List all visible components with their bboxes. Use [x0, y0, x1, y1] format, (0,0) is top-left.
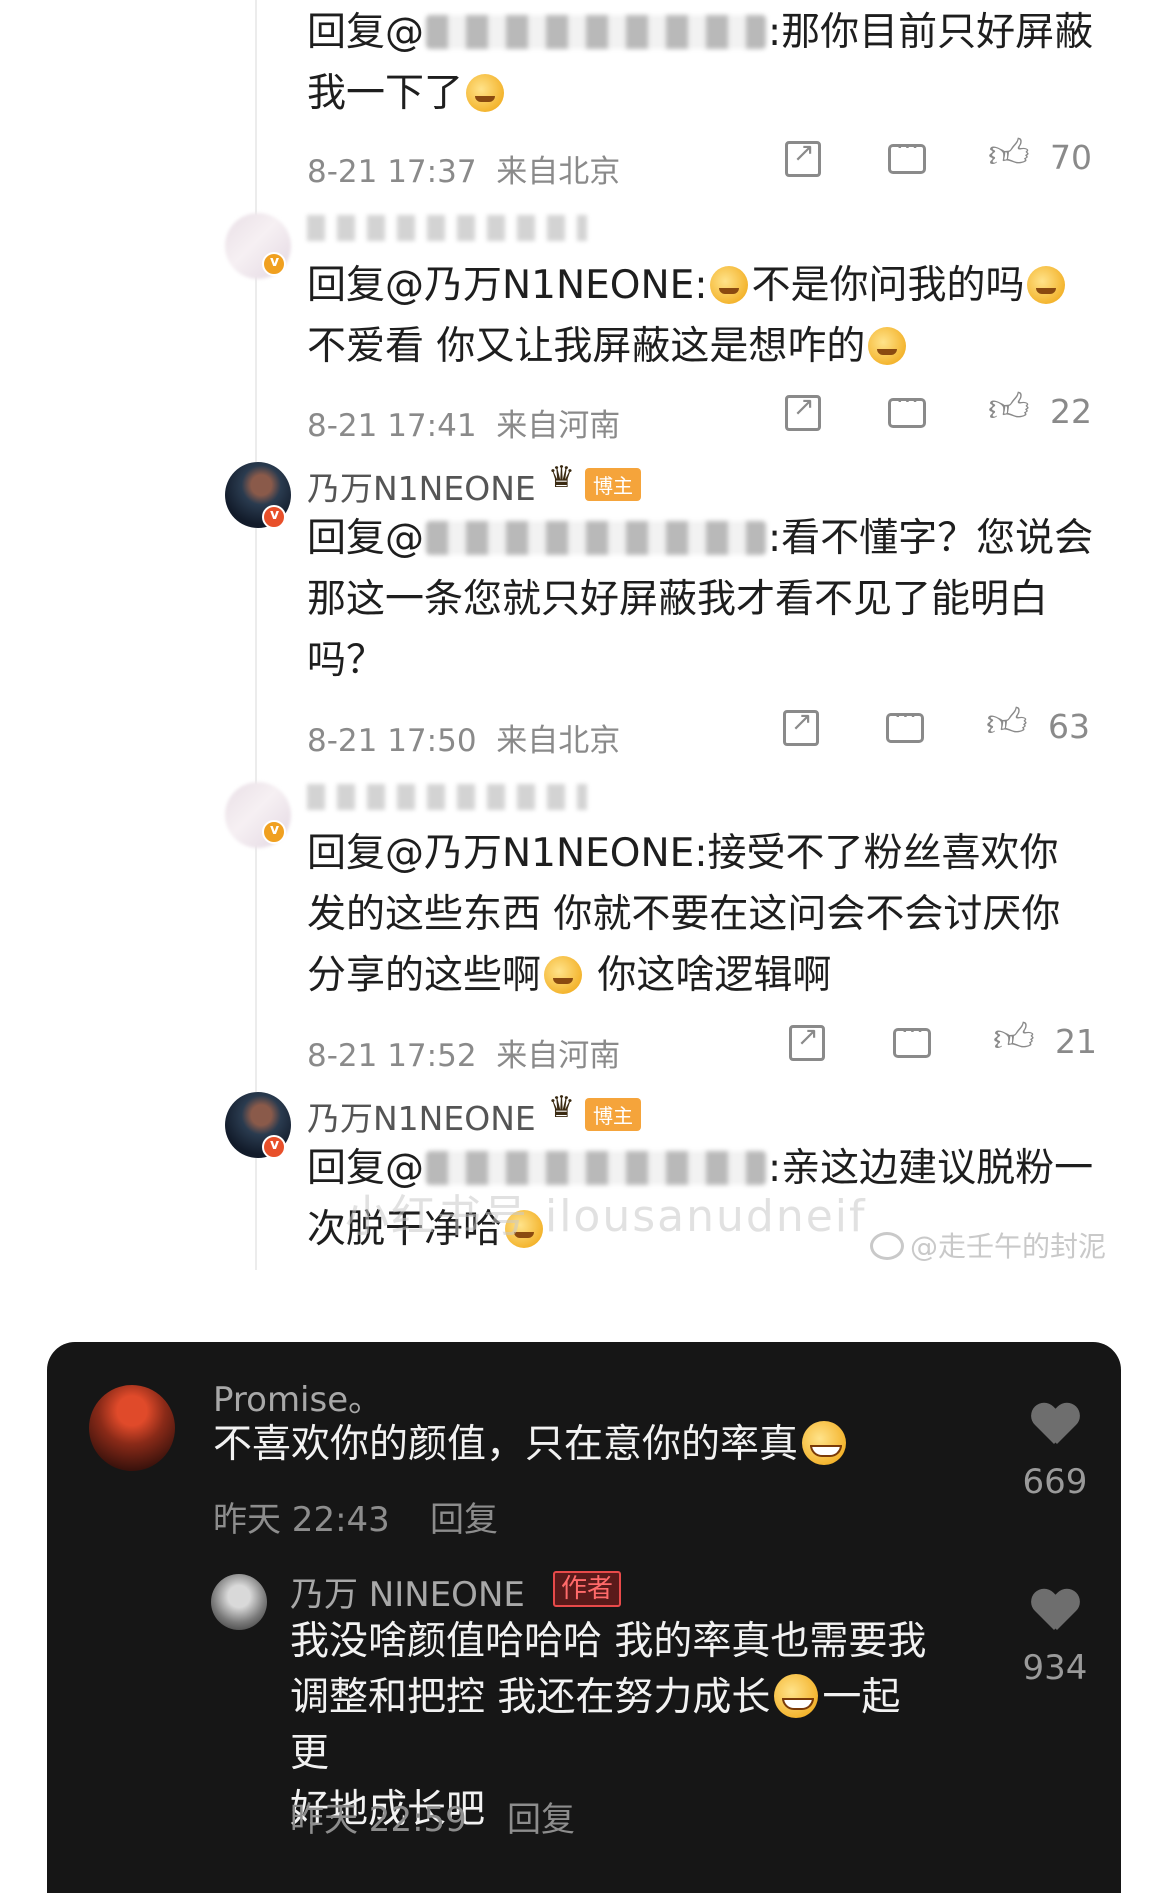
verified-badge-icon [262, 1135, 286, 1159]
blurred-name [307, 215, 587, 241]
emoji-icon [710, 266, 749, 304]
emoji-icon [1027, 266, 1066, 304]
comment-text: 回复@乃万N1NEONE: 不是你问我的吗不爱看 你又让我屏蔽这是想咋的 [307, 255, 1097, 377]
like-count: 669 [1022, 1462, 1088, 1502]
emoji-icon [544, 956, 583, 994]
commenter-name[interactable]: Promise。 [213, 1372, 382, 1421]
reply-button[interactable]: 回复 [430, 1492, 498, 1541]
like-icon[interactable]: 👍︎ [986, 699, 1028, 747]
weibo-logo-icon [870, 1232, 904, 1260]
blurred-name [307, 784, 587, 810]
crown-icon: ♛ [548, 1090, 575, 1125]
verified-badge-icon [262, 505, 286, 529]
heart-icon[interactable] [1031, 1590, 1077, 1632]
weibo-watermark: @走壬午的封泥 [870, 1225, 1106, 1265]
comment-time: 昨天 22:43 [213, 1500, 390, 1540]
comment-icon[interactable] [888, 133, 926, 174]
thread-line [255, 0, 257, 1270]
verified-badge-icon [262, 252, 286, 276]
share-icon[interactable] [789, 1022, 825, 1061]
blurred-username [426, 15, 767, 49]
comment-icon[interactable] [888, 387, 926, 428]
emoji-icon [466, 74, 505, 112]
grin-emoji-icon [774, 1674, 819, 1718]
douyin-comment-panel: Promise。 不喜欢你的颜值，只在意你的率真 昨天 22:43 回复 669… [47, 1342, 1121, 1893]
comment-meta: 8-21 17:50 来自北京 [307, 723, 621, 759]
ghost-watermark: 小红书号 ilousanudneif [345, 1191, 867, 1242]
heart-icon[interactable] [1031, 1404, 1077, 1446]
share-icon[interactable] [785, 138, 821, 177]
reply-button[interactable]: 回复 [507, 1792, 575, 1841]
comment-text: 回复@:那你目前只好屏蔽我一下了 [307, 10, 1094, 116]
blogger-badge: 博主 [585, 1098, 641, 1131]
comment-text: 回复@乃万N1NEONE:接受不了粉丝喜欢你发的这些东西 你就不要在这问会不会讨… [307, 831, 1061, 998]
comment-text: 回复@:看不懂字？您说会那这一条您就只好屏蔽我才看不见了能明白吗？ [307, 516, 1094, 683]
thinking-emoji-icon [802, 1421, 847, 1465]
like-count: 70 [1050, 138, 1092, 177]
emoji-icon [868, 327, 907, 365]
like-icon[interactable]: 👍︎ [988, 130, 1030, 178]
comment-icon[interactable] [893, 1017, 931, 1058]
blogger-badge: 博主 [585, 468, 641, 501]
weibo-comment-thread: 回复@:那你目前只好屏蔽我一下了 8-21 17:37 来自北京 👍︎ 70 回… [0, 0, 1169, 1320]
commenter-name[interactable]: 乃万N1NEONE [307, 462, 536, 510]
commenter-name[interactable]: 乃万N1NEONE [307, 1092, 536, 1140]
like-count: 934 [1022, 1648, 1088, 1688]
like-count: 22 [1050, 392, 1092, 431]
comment-text: 不喜欢你的颜值，只在意你的率真 [213, 1417, 850, 1473]
comment-meta: 8-21 17:52 来自河南 [307, 1038, 621, 1074]
commenter-name[interactable]: 乃万 NINEONE [290, 1567, 525, 1616]
like-count: 21 [1055, 1022, 1097, 1061]
share-icon[interactable] [785, 392, 821, 431]
comment-meta: 8-21 17:41 来自河南 [307, 408, 621, 444]
blurred-username [426, 521, 767, 555]
comment-meta: 8-21 17:37 来自北京 [307, 154, 621, 190]
verified-badge-icon [262, 820, 286, 844]
author-badge: 作者 [553, 1571, 622, 1607]
like-icon[interactable]: 👍︎ [988, 384, 1030, 432]
comment-time: 昨天 22:59 [290, 1800, 467, 1840]
avatar[interactable] [89, 1385, 175, 1471]
like-count: 63 [1048, 707, 1090, 746]
crown-icon: ♛ [548, 460, 575, 495]
avatar[interactable] [211, 1574, 267, 1630]
comment-icon[interactable] [886, 702, 924, 743]
like-icon[interactable]: 👍︎ [993, 1014, 1035, 1062]
share-icon[interactable] [783, 707, 819, 746]
